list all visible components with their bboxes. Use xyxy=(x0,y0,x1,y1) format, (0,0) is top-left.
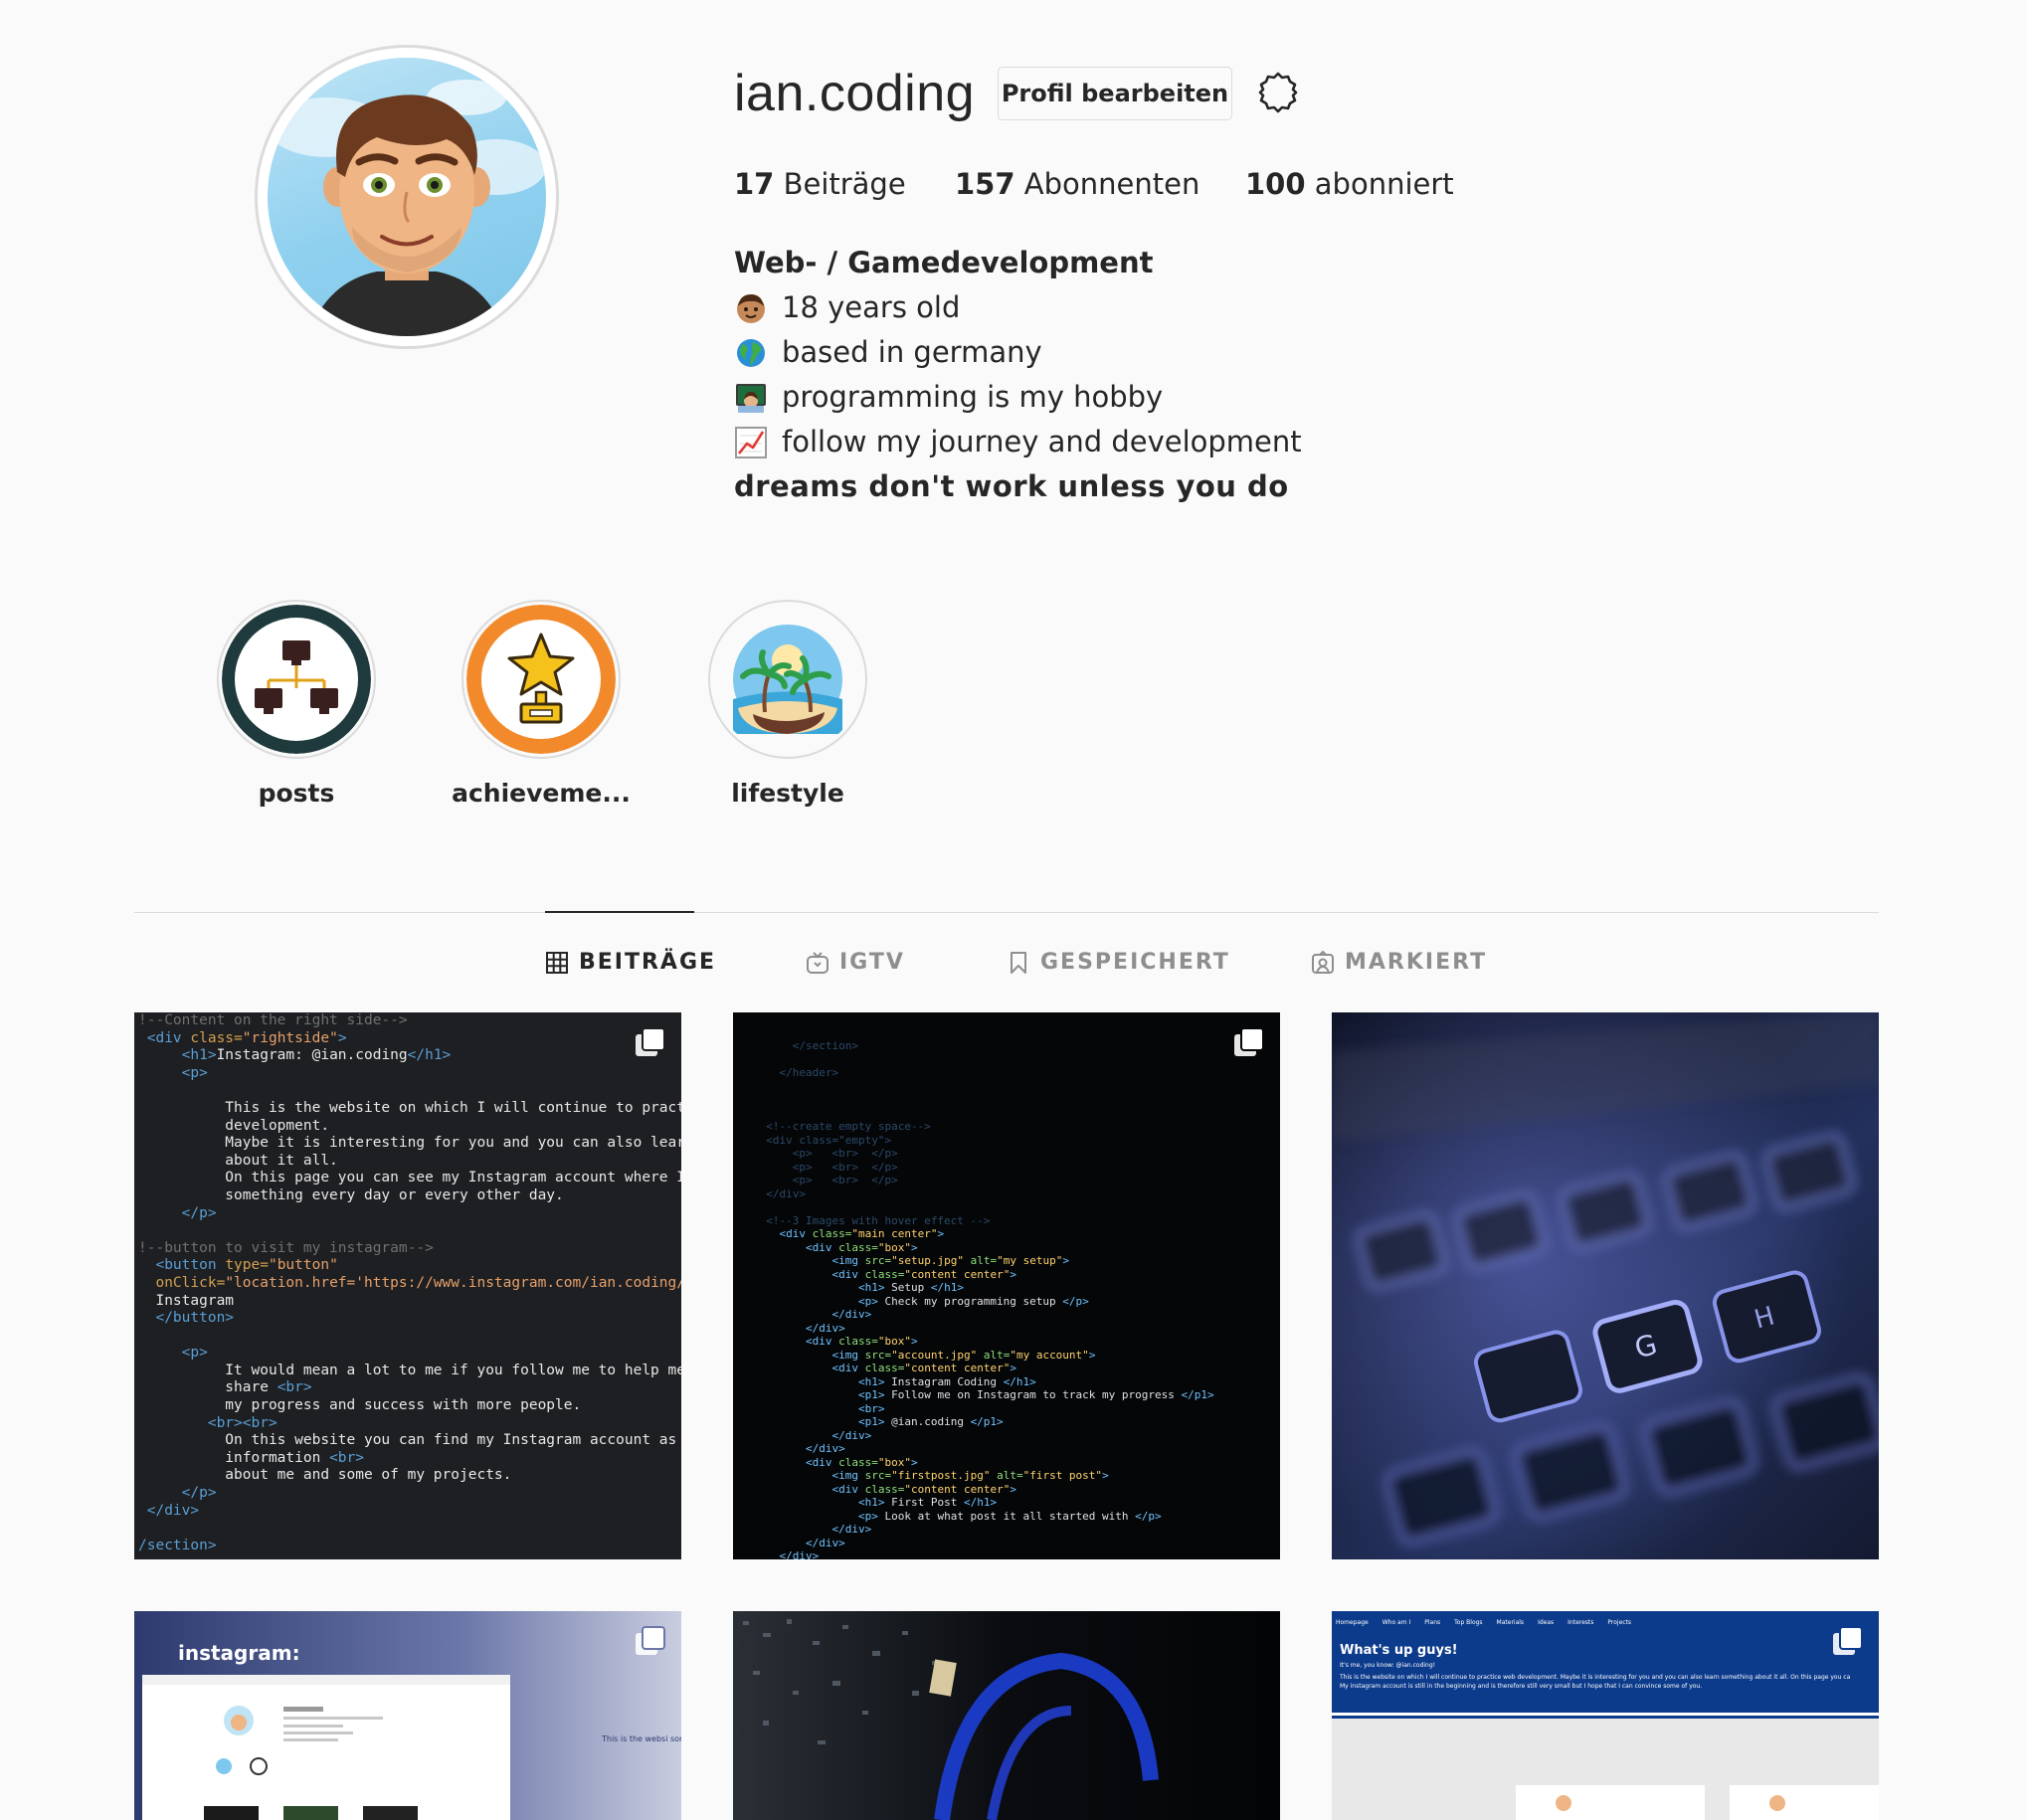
bio-line-text: programming is my hobby xyxy=(782,380,1164,414)
tab-label: BEITRÄGE xyxy=(579,950,717,975)
site-preview-card xyxy=(1730,1785,1879,1820)
highlight-ring xyxy=(461,600,621,759)
globe-emoji-icon xyxy=(737,338,765,367)
site-subheading: It's me, you know: @ian.coding! xyxy=(1340,1662,1436,1669)
post-code-image: !--Content on the right side--> <div cla… xyxy=(138,1012,681,1553)
profile-avatar[interactable] xyxy=(255,45,559,349)
highlight-lifestyle[interactable]: lifestyle xyxy=(688,600,887,808)
boy-face-emoji-icon xyxy=(737,293,765,323)
trophy-star-icon xyxy=(466,605,616,754)
bio-quote: dreams don't work unless you do xyxy=(734,469,1289,503)
followers-count: 157 xyxy=(955,167,1015,201)
multiple-images-icon xyxy=(1833,1626,1863,1655)
site-nav-item: Projects xyxy=(1607,1618,1632,1626)
site-nav-item: Plans xyxy=(1424,1618,1441,1626)
profile-bio: Web- / Gamedevelopment 18 years old base… xyxy=(734,241,1302,509)
network-computers-icon xyxy=(222,605,371,754)
tab-igtv[interactable]: IGTV xyxy=(806,950,905,975)
tab-tagged[interactable]: MARKIERT xyxy=(1311,950,1487,975)
active-tab-indicator xyxy=(545,911,694,913)
computer-programmer-emoji-icon xyxy=(736,383,766,413)
post-tile[interactable]: instagram: This is the websi something a… xyxy=(134,1611,681,1820)
igtv-icon xyxy=(807,951,829,974)
posts-count: 17 xyxy=(734,167,775,201)
tab-saved[interactable]: GESPEICHERT xyxy=(1007,950,1230,975)
post-tile[interactable]: Homepage Who am I Plans Top Blogs Materi… xyxy=(1332,1611,1879,1820)
site-nav-item: Materials xyxy=(1496,1618,1525,1626)
avatar-image xyxy=(268,58,546,336)
post-side-text: This is the websi something abou xyxy=(602,1734,681,1743)
highlight-ring xyxy=(217,600,376,759)
site-nav: Homepage Who am I Plans Top Blogs Materi… xyxy=(1332,1611,1879,1633)
post-tile[interactable]: !--Content on the right side--> <div cla… xyxy=(134,1012,681,1559)
highlight-label: posts xyxy=(258,779,335,808)
bio-line-age: 18 years old xyxy=(734,285,1302,330)
keyboard-photo-image: G H xyxy=(1332,1012,1879,1559)
followers-label: Abonnenten xyxy=(1023,167,1200,201)
site-nav-item: Ideas xyxy=(1538,1618,1555,1626)
tab-label: GESPEICHERT xyxy=(1040,950,1230,975)
tabs-divider xyxy=(134,912,1879,913)
post-tile[interactable] xyxy=(733,1611,1280,1820)
site-nav-item: Homepage xyxy=(1336,1618,1369,1626)
highlight-label: achieveme... xyxy=(452,779,631,808)
highlight-label: lifestyle xyxy=(731,779,844,808)
multiple-images-icon xyxy=(636,1626,665,1655)
beach-island-icon xyxy=(733,625,842,734)
site-body: My instagram account is still in the beg… xyxy=(1340,1683,1703,1690)
posts-stat: 17 Beiträge xyxy=(734,167,906,201)
bio-line-text: 18 years old xyxy=(782,290,961,324)
posts-label: Beiträge xyxy=(783,167,906,201)
bookmark-icon xyxy=(1011,951,1026,974)
site-nav-item: Top Blogs xyxy=(1454,1618,1483,1626)
tab-label: IGTV xyxy=(839,950,905,975)
post-tile[interactable]: </section> </header> <!--create empty sp… xyxy=(733,1012,1280,1559)
followers-stat[interactable]: 157 Abonnenten xyxy=(955,167,1199,201)
tab-label: MARKIERT xyxy=(1345,950,1488,975)
site-hero: What's up guys! It's me, you know: @ian.… xyxy=(1332,1633,1879,1713)
bio-line-journey: follow my journey and development xyxy=(734,420,1302,464)
following-stat[interactable]: 100 abonniert xyxy=(1245,167,1454,201)
bio-line-text: follow my journey and development xyxy=(782,425,1302,458)
edit-profile-button[interactable]: Profil bearbeiten xyxy=(998,67,1232,120)
dark-desk-photo-image xyxy=(733,1611,1280,1820)
site-body: This is the website on which I will cont… xyxy=(1340,1674,1851,1681)
site-preview-card xyxy=(1516,1785,1705,1820)
grid-icon xyxy=(546,951,568,974)
bio-line-text: based in germany xyxy=(782,335,1042,369)
tagged-person-icon xyxy=(1312,950,1334,974)
highlight-posts[interactable]: posts xyxy=(197,600,396,808)
multiple-images-icon xyxy=(636,1027,665,1056)
settings-button[interactable] xyxy=(1255,70,1301,115)
post-code-image: </section> </header> <!--create empty sp… xyxy=(766,1039,1214,1559)
following-count: 100 xyxy=(1245,167,1306,201)
profile-username: ian.coding xyxy=(734,65,976,122)
post-caption: instagram: xyxy=(178,1641,300,1665)
post-tile[interactable]: G H xyxy=(1332,1012,1879,1559)
tab-posts[interactable]: BEITRÄGE xyxy=(545,950,716,975)
bio-name: Web- / Gamedevelopment xyxy=(734,246,1154,279)
following-label: abonniert xyxy=(1314,167,1454,201)
site-heading: What's up guys! xyxy=(1340,1643,1458,1658)
multiple-images-icon xyxy=(1234,1027,1264,1056)
gear-icon xyxy=(1258,72,1298,113)
bio-line-location: based in germany xyxy=(734,330,1302,375)
site-nav-item: Interests xyxy=(1567,1618,1594,1626)
highlight-ring xyxy=(708,600,867,759)
bio-line-hobby: programming is my hobby xyxy=(734,375,1302,420)
site-nav-item: Who am I xyxy=(1382,1618,1411,1626)
chart-increasing-emoji-icon xyxy=(735,426,767,458)
bitmoji-avatar-icon xyxy=(268,80,546,336)
highlight-achievements[interactable]: achieveme... xyxy=(442,600,641,808)
